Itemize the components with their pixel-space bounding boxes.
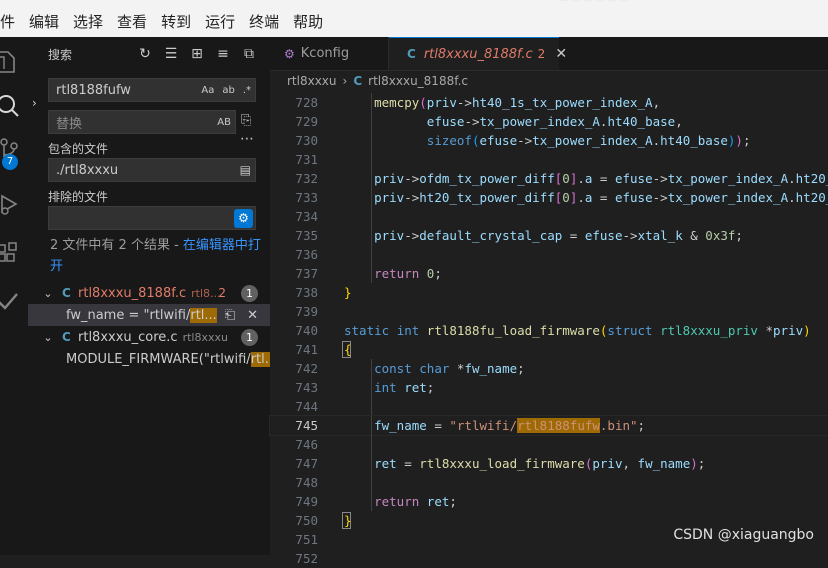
new-search-editor-icon[interactable]: ⊞ [186, 44, 208, 64]
code-line: 739 [295, 304, 318, 319]
code-line: 729 efuse->tx_power_index_A.ht40_base, [295, 112, 683, 131]
testing-icon[interactable] [0, 283, 28, 317]
breadcrumb-folder[interactable]: rtl8xxxu [287, 74, 337, 88]
code-line: 732 priv->ofdm_tx_power_diff[0].a = efus… [295, 169, 828, 188]
code-view[interactable]: 728 memcpy(priv->ht40_1s_tx_power_index_… [269, 93, 828, 568]
results-summary: 2 文件中有 2 个结果 - 在编辑器中打开 [50, 238, 261, 274]
preserve-case-option[interactable]: AB [213, 117, 235, 128]
extensions-icon[interactable] [0, 235, 28, 269]
c-file-icon: C [62, 330, 71, 344]
code-line: 740 static int rtl8188fu_load_firmware(st… [295, 323, 811, 338]
search-sidebar: 搜索 ↻ ☰ ⊞ ≡ ⧉ › rtl8188fufw Aa ab .* 替换 A… [28, 37, 278, 555]
run-debug-icon[interactable] [0, 187, 28, 221]
config-file-icon: ⚙ [284, 46, 295, 61]
code-line: 737 return 0; [295, 264, 442, 283]
tab-rtl8xxxu-8188f[interactable]: C rtl8xxxu_8188f.c 2 ✕ [389, 37, 567, 70]
explorer-icon[interactable] [0, 45, 28, 79]
open-editors-only-icon[interactable]: ▤ [236, 163, 255, 177]
include-label: 包含的文件 [48, 142, 109, 156]
code-line: 728 memcpy(priv->ht40_1s_tx_power_index_… [295, 93, 661, 112]
menu-help[interactable]: 帮助 [286, 8, 330, 37]
breadcrumb-file[interactable]: rtl8xxxu_8188f.c [368, 74, 468, 88]
view-as-tree-icon[interactable]: ≡ [212, 44, 234, 64]
code-line: 730 sizeof(efuse->tx_power_index_A.ht40_… [295, 131, 751, 150]
code-line: 749 return ret; [295, 492, 457, 511]
code-line: 747 ret = rtl8xxxu_load_firmware(priv, f… [295, 454, 706, 473]
include-files-input[interactable]: ./rtl8xxxu ▤ [48, 158, 256, 182]
activity-bar: 7 [0, 37, 28, 555]
menu-run[interactable]: 运行 [198, 8, 242, 37]
match-case-option[interactable]: Aa [197, 85, 218, 96]
replace-match-icon[interactable]: ⎗ [225, 308, 235, 323]
menu-edit[interactable]: 编辑 [22, 8, 66, 37]
use-regex-option[interactable]: .* [239, 85, 255, 96]
code-line: 735 priv->default_crystal_cap = efuse->x… [295, 226, 743, 245]
result-file-8188f[interactable]: ⌄ C rtl8xxxu_8188f.c rtl8... 2 1 [28, 282, 270, 304]
code-line: 746 [270, 435, 828, 454]
c-file-icon: C [407, 47, 416, 61]
match-count-badge: 1 [241, 284, 258, 302]
code-line: 736 [270, 245, 828, 264]
code-line: 748 [270, 473, 828, 492]
use-exclude-settings-icon[interactable]: ⚙ [234, 208, 253, 228]
code-line: 743 int ret; [295, 378, 435, 397]
menu-go[interactable]: 转到 [154, 8, 198, 37]
editor-tabs: ⚙ Kconfig C rtl8xxxu_8188f.c 2 ✕ [270, 37, 828, 71]
code-line-current: 745 fw_name = "rtlwifi/rtl8188fufw.bin"; [269, 415, 828, 436]
code-line: 741{ [295, 341, 352, 358]
code-line: 744 [270, 397, 828, 416]
search-icon[interactable] [0, 87, 28, 121]
code-line: 738} [295, 285, 352, 300]
menu-file[interactable]: 件 [0, 8, 22, 37]
clear-results-icon[interactable]: ☰ [160, 44, 182, 64]
chevron-down-icon[interactable]: ⌄ [38, 331, 58, 344]
tab-kconfig[interactable]: ⚙ Kconfig [270, 37, 389, 70]
exclude-files-input[interactable]: ⚙ [48, 206, 256, 230]
c-file-icon: C [62, 286, 71, 300]
search-input[interactable]: rtl8188fufw Aa ab .* [48, 78, 256, 102]
source-control-badge: 7 [2, 154, 18, 170]
result-file-core[interactable]: ⌄ C rtl8xxxu_core.c rtl8xxxu 1 [28, 326, 270, 348]
close-icon[interactable]: ✕ [555, 46, 567, 62]
modified-count: 2 [218, 286, 226, 300]
code-line: 733 priv->ht20_tx_power_diff[0].a = efus… [295, 188, 828, 207]
breadcrumb: rtl8xxxu › C rtl8xxxu_8188f.c [287, 74, 468, 88]
sidebar-title: 搜索 [48, 48, 73, 62]
code-line: 734 [270, 207, 828, 226]
menu-bar: 件 编辑 选择 查看 转到 运行 终端 帮助 [0, 8, 828, 37]
replace-all-icon[interactable]: ⎘ [241, 113, 251, 128]
exclude-label: 排除的文件 [48, 190, 109, 204]
result-match-8188f[interactable]: fw_name = "rtlwifi/rtl... ⎗ ✕ [28, 304, 270, 326]
window-top-strip: ─ ─ ─ ─ ─ ─ [0, 0, 828, 8]
toggle-replace-chevron-icon[interactable]: › [32, 96, 37, 110]
more-options-icon[interactable]: ⋯ [240, 131, 254, 147]
chevron-right-icon: › [342, 74, 348, 88]
editor-area: ⚙ Kconfig C rtl8xxxu_8188f.c 2 ✕ rtl8xxx… [269, 37, 828, 566]
code-line: 752 [295, 551, 318, 566]
refresh-icon[interactable]: ↻ [134, 44, 156, 64]
window-title-fragment: ─ ─ ─ ─ ─ ─ [560, 0, 628, 8]
menu-terminal[interactable]: 终端 [242, 8, 286, 37]
watermark: CSDN @xiaguangbo [673, 527, 814, 543]
replace-input[interactable]: 替换 AB [48, 110, 236, 134]
chevron-down-icon[interactable]: ⌄ [38, 287, 58, 300]
dismiss-match-icon[interactable]: ✕ [247, 308, 258, 323]
result-match-core[interactable]: MODULE_FIRMWARE("rtlwifi/rtl... [28, 348, 278, 370]
menu-view[interactable]: 查看 [110, 8, 154, 37]
code-line: 731 [270, 150, 828, 169]
code-line: 742 const char *fw_name; [295, 359, 525, 378]
match-whole-word-option[interactable]: ab [218, 85, 238, 96]
collapse-all-icon[interactable]: ⧉ [238, 44, 260, 64]
match-count-badge: 1 [241, 328, 258, 346]
sidebar-toolbar: ↻ ☰ ⊞ ≡ ⧉ [134, 44, 260, 64]
menu-selection[interactable]: 选择 [66, 8, 110, 37]
c-file-icon: C [353, 74, 363, 88]
